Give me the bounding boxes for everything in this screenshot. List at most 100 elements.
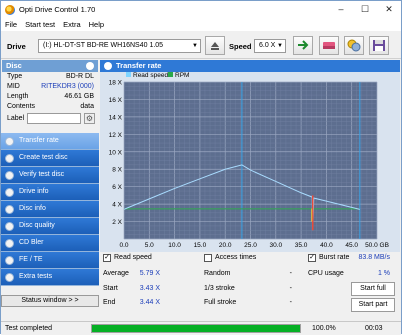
end-label: End — [103, 299, 116, 306]
transfer-rate-icon — [104, 62, 112, 70]
cpu-usage-label: CPU usage — [308, 270, 344, 277]
nav-item-fe-te[interactable]: FE / TE — [1, 252, 99, 269]
x-tick-label: 50.0 GB — [365, 242, 389, 249]
menu-help[interactable]: Help — [89, 20, 104, 29]
copy-button[interactable] — [344, 36, 364, 55]
disc-length-key: Length — [7, 93, 29, 100]
disc-label-input[interactable] — [27, 113, 81, 124]
y-tick-label: 18 X — [109, 80, 123, 87]
x-tick-label: 45.0 — [345, 242, 358, 249]
extra-tests-icon — [5, 273, 14, 282]
one-third-stroke-value: - — [289, 285, 292, 292]
disc-row-contents: Contents data — [2, 102, 98, 112]
nav-label: Transfer rate — [19, 137, 59, 144]
transfer-rate-chart: 2 X 4 X 6 X 8 X 10 X 12 X 14 X 16 X 18 X 0.0 5.0 10… — [109, 72, 389, 249]
elapsed-time: 00:03 — [365, 325, 383, 332]
nav-item-disc-quality[interactable]: Disc quality — [1, 218, 99, 235]
x-tick-label: 40.0 — [320, 242, 333, 249]
panel-header: Transfer rate — [100, 60, 400, 72]
status-window-button[interactable]: Status window > > — [1, 295, 99, 307]
y-tick-label: 6 X — [112, 184, 122, 191]
minimize-button[interactable]: – — [329, 1, 353, 18]
menu-bar: File Start test Extra Help — [1, 18, 401, 31]
cd-bler-icon — [5, 239, 14, 248]
start-label: Start — [103, 285, 118, 292]
disc-quality-icon — [5, 222, 14, 231]
disc-length-value: 46.61 GB — [64, 93, 94, 100]
legend-swatch-rpm — [168, 72, 173, 77]
progress-bar — [91, 324, 301, 333]
full-stroke-label: Full stroke — [204, 299, 237, 306]
random-value: - — [289, 270, 292, 277]
window-controls: – ☐ ✕ — [329, 1, 401, 18]
save-button[interactable] — [369, 36, 389, 55]
nav-label: FE / TE — [19, 256, 43, 263]
panel-title: Transfer rate — [116, 61, 162, 70]
menu-extra[interactable]: Extra — [63, 20, 81, 29]
nav-item-create-test-disc[interactable]: Create test disc — [1, 150, 99, 167]
cpu-usage-value: 1 % — [377, 270, 390, 277]
apply-speed-button[interactable] — [293, 36, 313, 55]
verify-disc-icon — [5, 171, 14, 180]
nav-item-extra-tests[interactable]: Extra tests — [1, 269, 99, 286]
y-tick-label: 2 X — [112, 219, 122, 226]
average-label: Average — [103, 270, 129, 277]
status-bar: Test completed 100.0% 00:03 — [1, 321, 401, 335]
main-panel: Transfer rate 2 X 4 X 6 X 8 X 10 X 12 X 14 X 16… — [100, 59, 402, 321]
nav-item-disc-info[interactable]: Disc info — [1, 201, 99, 218]
progress-fill — [92, 325, 300, 332]
speed-select[interactable]: 6.0 X ▼ — [254, 39, 286, 53]
one-third-stroke-label: 1/3 stroke — [204, 285, 235, 292]
drive-info-icon — [5, 188, 14, 197]
window-title: Opti Drive Control 1.70 — [19, 5, 96, 14]
fe-te-icon — [5, 256, 14, 265]
access-times-label: Access times — [215, 254, 257, 261]
full-stroke-value: - — [289, 299, 292, 306]
maximize-button[interactable]: ☐ — [353, 1, 377, 18]
disc-type-key: Type — [7, 73, 23, 80]
read-speed-checkbox[interactable]: ✓ — [103, 254, 111, 262]
gear-icon[interactable]: ⚙ — [84, 113, 95, 124]
nav-label: Disc info — [19, 205, 46, 212]
erase-button[interactable] — [319, 36, 339, 55]
legend-label-read-speed: Read speed — [133, 72, 168, 79]
legend-label-rpm: RPM — [175, 72, 189, 79]
y-tick-label: 10 X — [109, 149, 123, 156]
x-tick-label: 15.0 — [194, 242, 207, 249]
arrow-right-icon — [298, 40, 309, 50]
x-tick-label: 25.0 — [244, 242, 257, 249]
menu-start-test[interactable]: Start test — [25, 20, 55, 29]
speed-select-value: 6.0 X — [259, 42, 276, 49]
nav-item-cd-bler[interactable]: CD Bler — [1, 235, 99, 252]
disc-row-length: Length 46.61 GB — [2, 92, 98, 102]
drive-select[interactable]: (I:) HL-DT-ST BD-RE WH16NS40 1.05 ▼ — [38, 39, 201, 53]
burst-rate-checkbox[interactable]: ✓ — [308, 254, 316, 262]
start-part-button[interactable]: Start part — [351, 298, 395, 312]
x-tick-label: 35.0 — [295, 242, 308, 249]
disc-row-type: Type BD-R DL — [2, 72, 98, 82]
nav-item-verify-test-disc[interactable]: Verify test disc — [1, 167, 99, 184]
nav-item-drive-info[interactable]: Drive info — [1, 184, 99, 201]
menu-file[interactable]: File — [5, 20, 17, 29]
start-full-button[interactable]: Start full — [351, 282, 395, 296]
nav-item-transfer-rate[interactable]: Transfer rate — [1, 133, 99, 150]
eject-icon — [211, 42, 219, 50]
end-value: 3.44 X — [139, 299, 160, 306]
close-button[interactable]: ✕ — [377, 1, 401, 18]
eject-button[interactable] — [205, 36, 225, 55]
disc-contents-value: data — [80, 103, 94, 110]
x-tick-label: 0.0 — [119, 242, 128, 249]
y-tick-label: 4 X — [112, 202, 122, 209]
disc-info-icon — [5, 205, 14, 214]
app-disc-icon — [5, 4, 15, 15]
y-tick-label: 8 X — [112, 167, 122, 174]
disc-contents-key: Contents — [7, 103, 36, 110]
access-times-checkbox[interactable] — [204, 254, 212, 262]
eraser-icon — [323, 42, 335, 49]
drive-toolbar: Drive (I:) HL-DT-ST BD-RE WH16NS40 1.05 … — [1, 32, 401, 59]
disc-icon — [86, 62, 94, 70]
x-tick-label: 5.0 — [145, 242, 154, 249]
disc-header: Disc — [2, 60, 98, 72]
chevron-down-icon: ▼ — [277, 43, 283, 49]
y-tick-label: 14 X — [109, 114, 123, 121]
